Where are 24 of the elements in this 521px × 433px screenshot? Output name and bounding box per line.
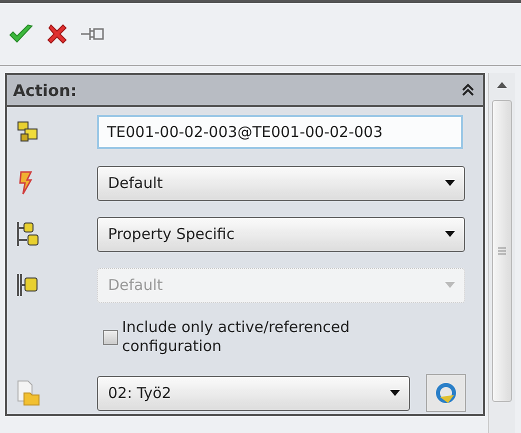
dropdown-arrow-icon [389, 389, 401, 397]
grip-icon [498, 247, 506, 255]
collapse-icon[interactable] [461, 83, 475, 97]
close-icon[interactable] [46, 23, 68, 45]
dropdown-arrow-icon [444, 281, 456, 289]
check-icon[interactable] [8, 23, 34, 45]
section-header[interactable]: Action: [7, 75, 483, 107]
refresh-icon [434, 381, 458, 405]
document-folder-icon [15, 379, 41, 407]
scroll-thumb[interactable] [492, 100, 512, 402]
tree-icon [15, 220, 41, 248]
refresh-button[interactable] [426, 374, 466, 412]
scroll-up-icon[interactable] [497, 82, 507, 88]
checkbox[interactable] [103, 330, 118, 345]
pin-icon[interactable] [80, 25, 106, 43]
dropdown[interactable]: Default [97, 166, 465, 200]
checkbox-label: Include only active/referenced configuration [122, 318, 351, 356]
dropdown[interactable]: 02: Työ2 [97, 376, 410, 410]
dropdown-arrow-icon [444, 230, 456, 238]
scrollbar[interactable] [488, 73, 515, 433]
dropdown[interactable]: Property Specific [97, 216, 465, 252]
section-title: Action: [13, 80, 77, 100]
dropdown-arrow-icon [444, 179, 456, 187]
name-field[interactable]: TE001-00-02-003@TE001-00-02-003 [97, 115, 463, 149]
